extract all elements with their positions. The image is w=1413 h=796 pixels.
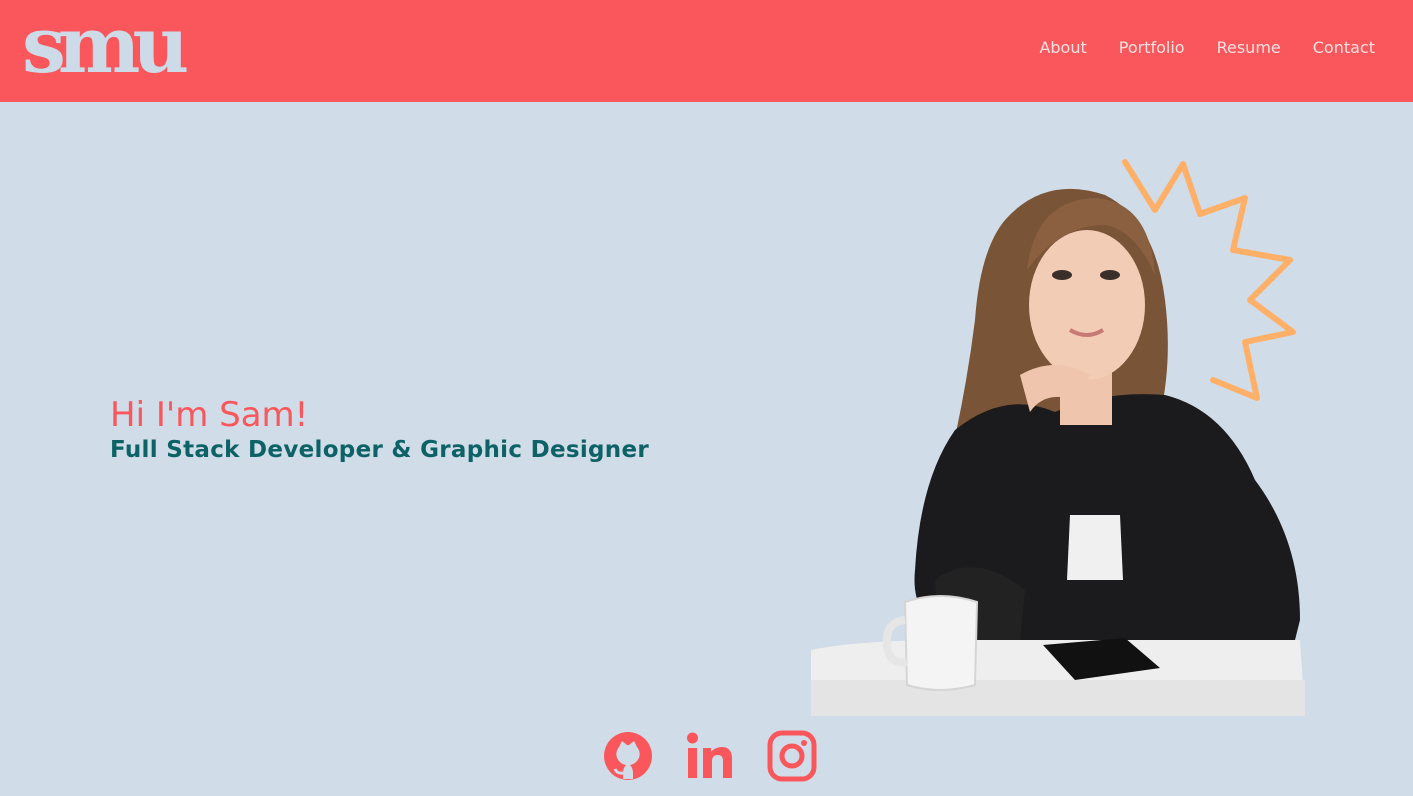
- face: [1029, 230, 1145, 380]
- hero-section: Hi I'm Sam! Full Stack Developer & Graph…: [110, 394, 649, 464]
- navbar: smu About Portfolio Resume Contact: [0, 0, 1413, 102]
- eye-right: [1100, 270, 1120, 280]
- nav-about[interactable]: About: [1039, 38, 1086, 57]
- logo[interactable]: smu: [22, 12, 217, 84]
- nav-resume[interactable]: Resume: [1217, 38, 1281, 57]
- main-nav: About Portfolio Resume Contact: [1039, 38, 1375, 57]
- nav-portfolio[interactable]: Portfolio: [1119, 38, 1185, 57]
- github-link[interactable]: [602, 728, 654, 784]
- logo-text: smu: [22, 12, 187, 84]
- instagram-link[interactable]: [766, 728, 818, 784]
- github-icon: [604, 732, 652, 780]
- shirt: [1067, 515, 1123, 580]
- hero-subtitle: Full Stack Developer & Graphic Designer: [110, 437, 650, 463]
- page: smu About Portfolio Resume Contact Hi I'…: [0, 0, 1413, 796]
- linkedin-link[interactable]: [684, 728, 736, 784]
- social-links: [602, 728, 818, 784]
- portrait-photo: [811, 159, 1305, 716]
- table-shade: [811, 680, 1305, 716]
- linkedin-icon: [687, 732, 732, 778]
- nav-contact[interactable]: Contact: [1313, 38, 1375, 57]
- instagram-icon: [767, 730, 817, 782]
- eye-left: [1052, 270, 1072, 280]
- mug: [903, 595, 979, 691]
- hero-title: Hi I'm Sam!: [110, 395, 309, 435]
